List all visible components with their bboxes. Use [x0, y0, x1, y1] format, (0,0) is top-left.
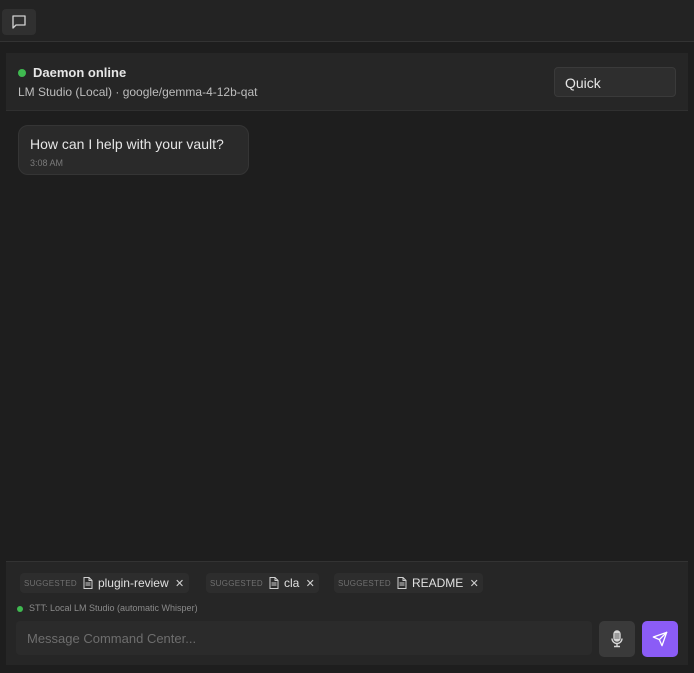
- message-text: How can I help with your vault?: [30, 136, 224, 152]
- send-icon: [652, 631, 668, 647]
- mode-select[interactable]: Quick: [554, 67, 676, 97]
- model-info: LM Studio (Local) · google/gemma-4-12b-q…: [18, 85, 258, 99]
- suggested-tag: SUGGESTED: [210, 578, 263, 588]
- top-tab-bar: [0, 0, 694, 42]
- close-icon[interactable]: ✕: [175, 577, 185, 590]
- file-icon: [397, 577, 407, 589]
- microphone-icon: [611, 630, 623, 648]
- chip-label: README: [411, 576, 464, 590]
- chip-label: plugin-review: [97, 576, 169, 590]
- suggested-tag: SUGGESTED: [24, 578, 77, 588]
- file-icon: [83, 577, 93, 589]
- chat-view-tab-button[interactable]: [2, 9, 36, 35]
- microphone-button[interactable]: [599, 621, 635, 657]
- status-title: Daemon online: [33, 65, 127, 80]
- suggested-tag: SUGGESTED: [338, 578, 391, 588]
- stt-status: STT: Local LM Studio (automatic Whisper): [29, 603, 198, 613]
- close-icon[interactable]: ✕: [469, 577, 479, 590]
- message-input[interactable]: [16, 621, 592, 655]
- command-center-panel: Daemon online LM Studio (Local) · google…: [6, 53, 688, 665]
- status-header: Daemon online LM Studio (Local) · google…: [6, 53, 688, 111]
- send-button[interactable]: [642, 621, 678, 657]
- app-window: Daemon online LM Studio (Local) · google…: [0, 0, 694, 673]
- status-online-dot: [18, 69, 26, 77]
- close-icon[interactable]: ✕: [305, 577, 315, 590]
- file-icon: [269, 577, 279, 589]
- suggested-chip-plugin-review[interactable]: SUGGESTED plugin-review ✕: [20, 573, 189, 593]
- assistant-message: How can I help with your vault? 3:08 AM: [18, 125, 249, 175]
- stt-status-dot: [17, 606, 23, 612]
- suggested-chip-cla[interactable]: SUGGESTED cla ✕: [206, 573, 320, 593]
- message-timestamp: 3:08 AM: [30, 158, 64, 168]
- suggested-chip-readme[interactable]: SUGGESTED README ✕: [334, 573, 484, 593]
- message-square-icon: [12, 15, 26, 29]
- chip-label: cla: [283, 576, 300, 590]
- composer: SUGGESTED plugin-review ✕ SUGGESTED cla …: [6, 561, 688, 665]
